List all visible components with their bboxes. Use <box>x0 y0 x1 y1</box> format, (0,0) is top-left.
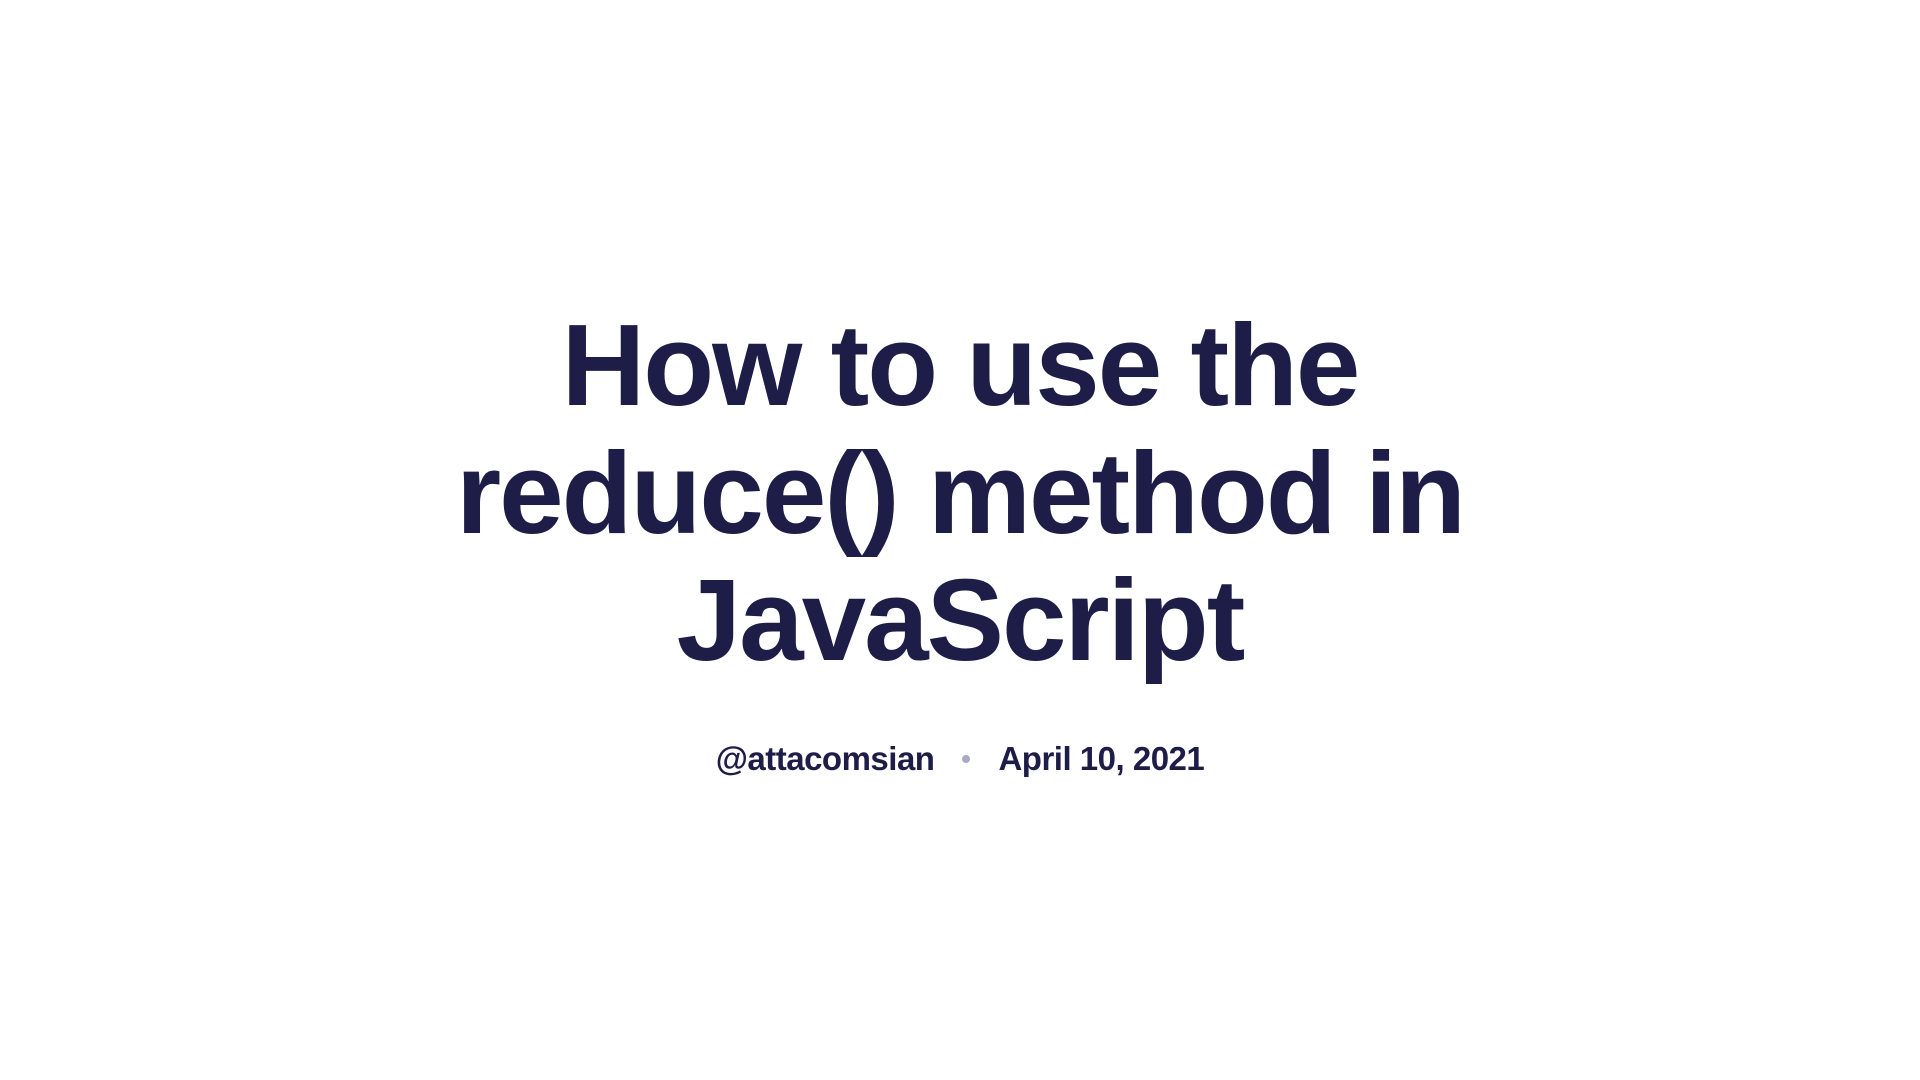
article-title: How to use the reduce() method in JavaSc… <box>410 302 1510 685</box>
article-header: How to use the reduce() method in JavaSc… <box>410 302 1510 778</box>
article-meta: @attacomsian April 10, 2021 <box>716 740 1205 778</box>
dot-separator-icon <box>962 755 970 763</box>
author-handle[interactable]: @attacomsian <box>716 740 935 778</box>
article-date: April 10, 2021 <box>998 740 1204 778</box>
